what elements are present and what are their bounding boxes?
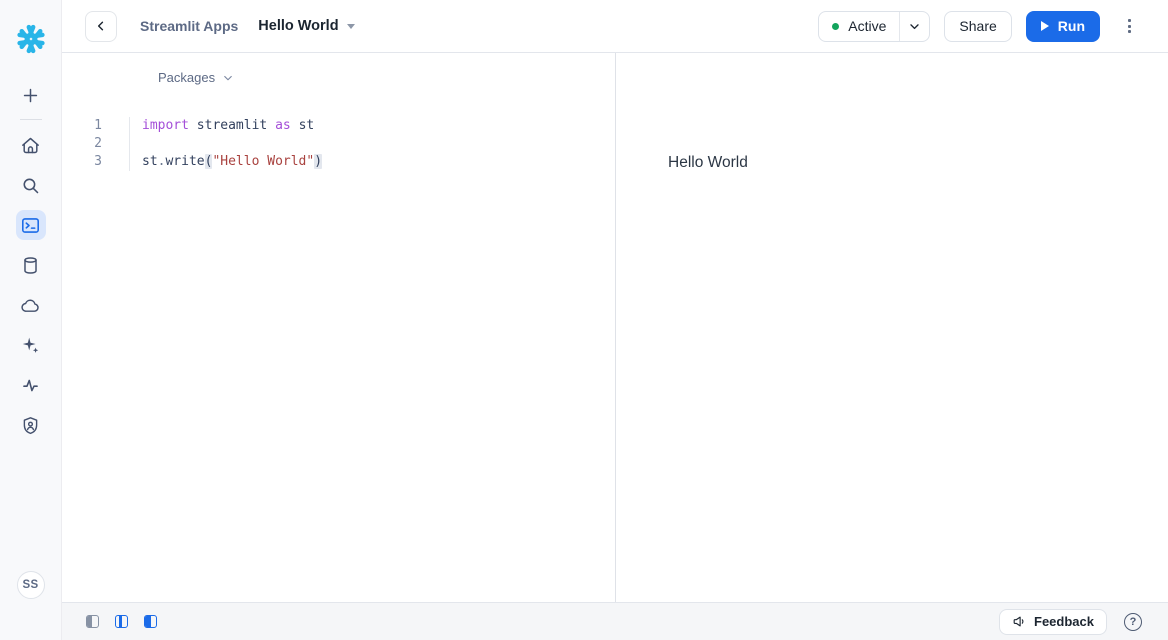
new-plus-icon[interactable] (19, 83, 43, 107)
snowflake-logo-icon[interactable] (14, 22, 48, 56)
run-label: Run (1058, 18, 1085, 34)
app-title-dropdown[interactable]: Hello World (258, 18, 354, 34)
sidebar-item-projects[interactable] (16, 210, 46, 240)
sidebar-item-ai[interactable] (16, 330, 46, 360)
line-content (130, 135, 142, 153)
chevron-down-icon (908, 20, 921, 33)
sidebar-item-data[interactable] (16, 250, 46, 280)
layout-split-view-icon[interactable] (115, 615, 128, 628)
feedback-label: Feedback (1034, 614, 1094, 629)
sidebar-item-search[interactable] (16, 170, 46, 200)
megaphone-icon (1012, 614, 1027, 629)
back-button[interactable] (85, 11, 117, 42)
code-lines[interactable]: 1import streamlit as st23st.write("Hello… (62, 117, 615, 171)
code-line[interactable]: 1import streamlit as st (62, 117, 615, 135)
sidebar-item-admin[interactable] (16, 410, 46, 440)
more-options-kebab-icon[interactable] (1124, 15, 1134, 37)
code-editor-panel[interactable]: Packages 1import streamlit as st23st.wri… (62, 53, 615, 602)
run-button[interactable]: Run (1026, 11, 1100, 42)
status-split-button: Active (818, 11, 930, 42)
app-preview-panel: Hello World (615, 53, 1168, 602)
left-sidebar: SS (0, 0, 62, 640)
user-avatar[interactable]: SS (17, 571, 45, 599)
chevron-down-icon (222, 72, 234, 84)
sidebar-item-home[interactable] (16, 130, 46, 160)
top-bar: Streamlit Apps Hello World Active Shar (62, 0, 1168, 53)
main-column: Streamlit Apps Hello World Active Shar (62, 0, 1168, 640)
help-icon[interactable]: ? (1124, 613, 1142, 631)
sidebar-divider (20, 119, 42, 120)
cloud-icon (20, 295, 41, 316)
share-button[interactable]: Share (944, 11, 1011, 42)
home-icon (20, 135, 41, 156)
app-window: SS Streamlit Apps Hello World Active (0, 0, 1168, 640)
shield-user-icon (20, 415, 41, 436)
line-number: 2 (62, 135, 130, 153)
line-number: 1 (62, 117, 130, 135)
sidebar-item-activity[interactable] (16, 370, 46, 400)
activity-pulse-icon (20, 375, 41, 396)
layout-preview-only-icon[interactable] (144, 615, 157, 628)
status-label: Active (848, 18, 886, 34)
chevron-left-icon (94, 19, 108, 33)
packages-label: Packages (158, 70, 215, 85)
bottom-bar: Feedback ? (62, 602, 1168, 640)
status-dot-icon (832, 23, 839, 30)
search-icon (20, 175, 41, 196)
packages-dropdown[interactable]: Packages (158, 70, 234, 85)
line-content: st.write("Hello World") (130, 153, 322, 171)
sidebar-item-cloud[interactable] (16, 290, 46, 320)
content-split: Packages 1import streamlit as st23st.wri… (62, 53, 1168, 602)
code-line[interactable]: 2 (62, 135, 615, 153)
terminal-icon (20, 215, 41, 236)
status-button[interactable]: Active (819, 12, 899, 41)
database-icon (20, 255, 41, 276)
line-content: import streamlit as st (130, 117, 314, 135)
page-title: Hello World (258, 18, 338, 34)
layout-editor-only-icon[interactable] (86, 615, 99, 628)
status-dropdown-button[interactable] (900, 12, 929, 41)
caret-down-icon (347, 24, 355, 29)
line-number: 3 (62, 153, 130, 171)
breadcrumb[interactable]: Streamlit Apps (140, 18, 238, 34)
play-icon (1041, 21, 1049, 31)
feedback-button[interactable]: Feedback (999, 609, 1107, 635)
preview-output-text: Hello World (668, 153, 748, 173)
code-line[interactable]: 3st.write("Hello World") (62, 153, 615, 171)
sparkles-icon (20, 335, 41, 356)
